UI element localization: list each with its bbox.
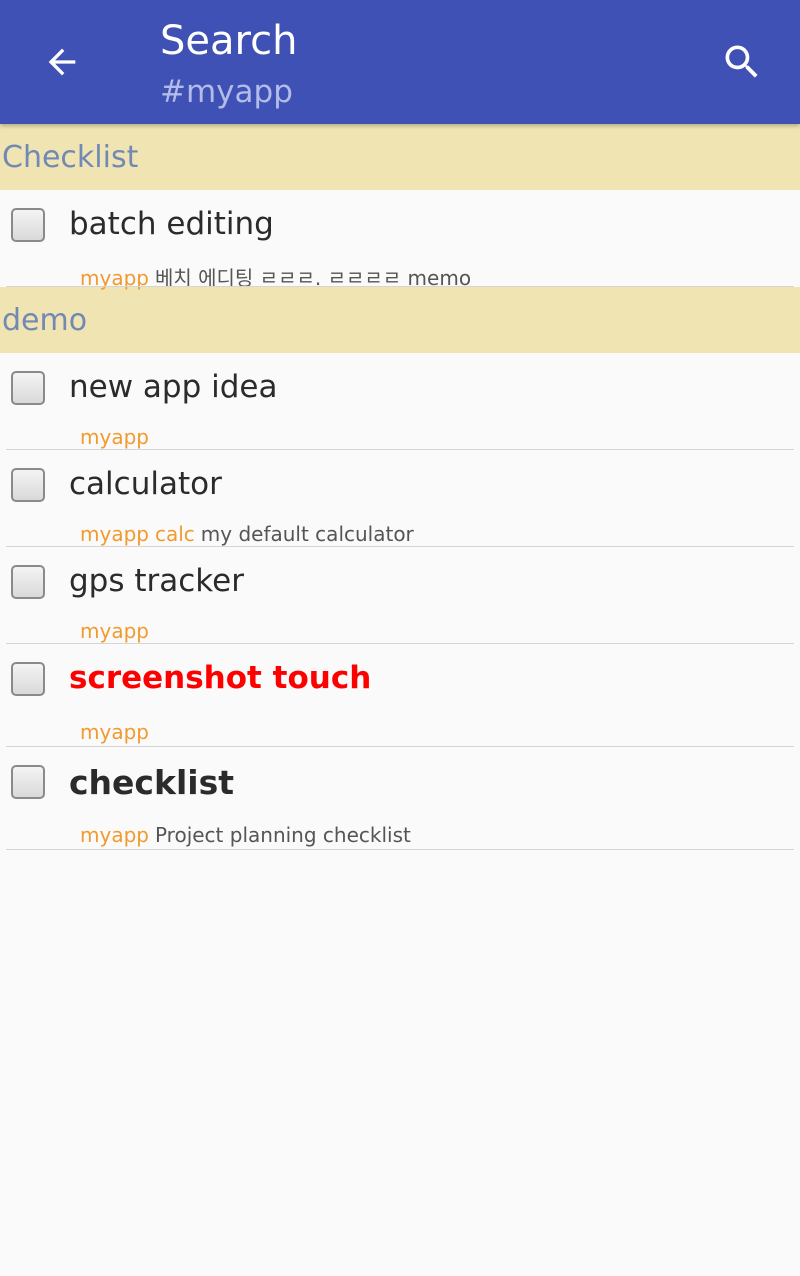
item-checkbox[interactable] (11, 565, 45, 599)
item-title[interactable]: calculator (69, 466, 222, 502)
search-icon (725, 45, 758, 78)
item-title[interactable]: new app idea (69, 369, 278, 405)
search-query-subtitle: #myapp (160, 74, 293, 110)
item-meta: myapp calc my default calculator (80, 522, 414, 546)
search-button[interactable] (710, 30, 774, 94)
list-item[interactable]: new app idea myapp (0, 353, 800, 450)
item-checkbox[interactable] (11, 208, 45, 242)
item-meta: myapp (80, 425, 155, 449)
list-item[interactable]: screenshot touch myapp (0, 644, 800, 747)
arrow-left-icon (48, 48, 76, 76)
list-item[interactable]: batch editing myapp 베치 에디팅 ㄹㄹㄹ. ㄹㄹㄹㄹ memo (0, 190, 800, 290)
back-button[interactable] (30, 30, 94, 94)
app-bar: Search #myapp (0, 0, 800, 124)
list-item[interactable]: calculator myapp calc my default calculato… (0, 450, 800, 547)
item-meta: myapp (80, 720, 155, 744)
item-tag[interactable]: myapp (80, 425, 149, 449)
item-meta: myapp Project planning checklist (80, 823, 411, 847)
item-meta: myapp (80, 619, 155, 643)
item-title[interactable]: screenshot touch (69, 660, 371, 696)
item-checkbox[interactable] (11, 662, 45, 696)
item-memo: my default calculator (200, 522, 414, 546)
section-header-demo: demo (0, 287, 800, 353)
item-tag[interactable]: myapp (80, 619, 149, 643)
divider (6, 849, 794, 850)
item-title[interactable]: checklist (69, 763, 234, 802)
page-title: Search (160, 18, 298, 64)
list-item[interactable]: checklist myapp Project planning checklis… (0, 747, 800, 850)
item-checkbox[interactable] (11, 765, 45, 799)
list-item[interactable]: gps tracker myapp (0, 547, 800, 644)
item-tag[interactable]: myapp (80, 522, 149, 546)
item-checkbox[interactable] (11, 371, 45, 405)
item-tag[interactable]: myapp (80, 720, 149, 744)
item-memo: Project planning checklist (154, 823, 411, 847)
item-checkbox[interactable] (11, 468, 45, 502)
divider (6, 286, 794, 287)
item-title[interactable]: batch editing (69, 206, 274, 242)
item-tag[interactable]: calc (155, 522, 195, 546)
item-title[interactable]: gps tracker (69, 563, 244, 599)
section-header-checklist: Checklist (0, 124, 800, 190)
search-results-list: Checklist batch editing myapp 베치 에디팅 ㄹㄹㄹ.… (0, 124, 800, 850)
item-tag[interactable]: myapp (80, 823, 149, 847)
